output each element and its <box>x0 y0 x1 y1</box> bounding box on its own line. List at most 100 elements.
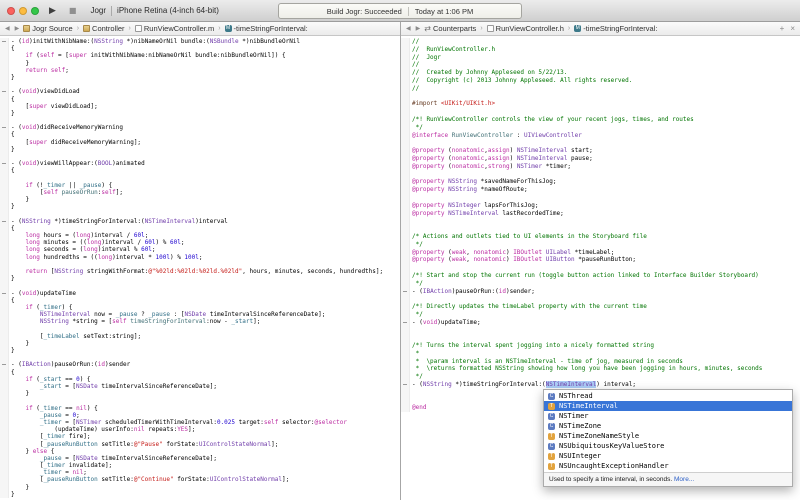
code-line[interactable] <box>0 282 400 289</box>
code-line[interactable]: - (void)viewDidLoad <box>0 88 400 95</box>
back-button[interactable]: ◀ <box>405 25 412 32</box>
code-line[interactable]: // Jogr <box>401 54 800 62</box>
code-line[interactable]: - (IBAction)pauseOrRun:(id)sender <box>0 361 400 368</box>
code-line[interactable] <box>401 295 800 303</box>
code-line[interactable] <box>401 217 800 225</box>
code-line[interactable]: [super didReceiveMemoryWarning]; <box>0 139 400 146</box>
code-line[interactable] <box>0 261 400 268</box>
code-line[interactable] <box>0 326 400 333</box>
code-line[interactable]: long hundredths = ((long)interval * 100l… <box>0 254 400 261</box>
left-code[interactable]: - (id)initWithNibName:(NSString *)nibNam… <box>0 36 400 500</box>
code-line[interactable]: } else { <box>0 448 400 455</box>
code-line[interactable]: } <box>0 484 400 491</box>
code-line[interactable]: @interface RunViewController : UIViewCon… <box>401 132 800 140</box>
code-line[interactable]: } <box>0 491 400 498</box>
code-line[interactable]: - (IBAction)pauseOrRun:(id)sender; <box>401 288 800 296</box>
jump-bar-item[interactable]: ⇄Counterparts <box>424 24 476 33</box>
code-line[interactable]: } <box>0 60 400 67</box>
code-line[interactable]: @property NSString *savedNameForThisJog; <box>401 178 800 186</box>
code-line[interactable]: if (!_timer || _pause) { <box>0 182 400 189</box>
code-line[interactable]: /*! Turns the interval spent jogging int… <box>401 342 800 350</box>
code-line[interactable]: return [NSString stringWithFormat:@"%02l… <box>0 268 400 275</box>
add-assistant-button[interactable]: + <box>779 24 786 33</box>
code-line[interactable] <box>0 175 400 182</box>
code-line[interactable]: { <box>0 45 400 52</box>
completion-item[interactable]: TNSTimeZoneNameStyle <box>544 431 792 441</box>
code-line[interactable] <box>401 194 800 202</box>
code-line[interactable]: - (void)updateTime; <box>401 319 800 327</box>
code-line[interactable]: */ <box>401 373 800 381</box>
code-line[interactable]: // <box>401 38 800 46</box>
code-line[interactable]: [_timeLabel setText:string]; <box>0 333 400 340</box>
code-line[interactable] <box>0 117 400 124</box>
jump-bar-item[interactable]: RunViewController.h <box>487 24 564 33</box>
code-line[interactable]: long minutes = ((long)interval / 60l) % … <box>0 239 400 246</box>
code-line[interactable]: [_pauseRunButton setTitle:@"Pause" forSt… <box>0 441 400 448</box>
code-line[interactable]: #import <UIKit/UIKit.h> <box>401 100 800 108</box>
code-line[interactable]: @property (weak, nonatomic) IBOutlet UIL… <box>401 249 800 257</box>
back-button[interactable]: ◀ <box>4 25 11 32</box>
forward-button[interactable]: ▶ <box>14 25 21 32</box>
code-line[interactable]: */ <box>401 311 800 319</box>
code-line[interactable]: [_timer fire]; <box>0 433 400 440</box>
code-line[interactable]: long seconds = (long)interval % 60l; <box>0 246 400 253</box>
code-line[interactable]: } <box>0 196 400 203</box>
code-line[interactable]: */ <box>401 241 800 249</box>
code-line[interactable]: (updateTime) userInfo:nil repeats:YES]; <box>0 426 400 433</box>
jump-bar-item[interactable]: RunViewController.m <box>135 24 214 33</box>
code-line[interactable]: if (_start == 0) { <box>0 376 400 383</box>
code-line[interactable] <box>401 108 800 116</box>
code-line[interactable]: * \returns formatted NSString showing ho… <box>401 365 800 373</box>
completion-item[interactable]: CNSUbiquitousKeyValueStore <box>544 441 792 451</box>
code-line[interactable]: */ <box>401 124 800 132</box>
code-line[interactable]: // Copyright (c) 2013 Johnny Appleseed. … <box>401 77 800 85</box>
code-line[interactable]: } <box>0 347 400 354</box>
jump-bar-item[interactable]: Controller <box>83 24 125 33</box>
code-line[interactable]: _start = [NSDate timeIntervalSinceRefere… <box>0 383 400 390</box>
code-line[interactable]: /*! RunViewController controls the view … <box>401 116 800 124</box>
code-line[interactable]: @property NSString *nameOfRoute; <box>401 186 800 194</box>
code-line[interactable]: @property (nonatomic,strong) NSTimer *ti… <box>401 163 800 171</box>
code-line[interactable]: return self; <box>0 67 400 74</box>
jump-bar-item[interactable]: Jogr Source <box>23 24 72 33</box>
code-line[interactable] <box>401 93 800 101</box>
code-line[interactable]: { <box>0 225 400 232</box>
code-line[interactable]: // <box>401 85 800 93</box>
code-line[interactable]: NSTimeInterval now = _pause ? _pause : [… <box>0 311 400 318</box>
forward-button[interactable]: ▶ <box>415 25 422 32</box>
code-line[interactable]: } <box>0 275 400 282</box>
jump-bar-item[interactable]: M-timeStringForInterval: <box>574 24 657 33</box>
code-line[interactable]: - (id)initWithNibName:(NSString *)nibNam… <box>0 38 400 45</box>
code-line[interactable]: @property NSTimeInterval lastRecordedTim… <box>401 210 800 218</box>
code-line[interactable]: // <box>401 61 800 69</box>
code-line[interactable]: { <box>0 297 400 304</box>
completion-item[interactable]: CNSThread <box>544 391 792 401</box>
code-line[interactable]: _timer = [NSTimer scheduledTimerWithTime… <box>0 419 400 426</box>
code-line[interactable] <box>401 171 800 179</box>
minimize-window-button[interactable] <box>19 7 27 15</box>
code-line[interactable]: _timer = nil; <box>0 469 400 476</box>
completion-item[interactable]: TNSUncaughtExceptionHandler <box>544 461 792 471</box>
code-line[interactable]: [_timer invalidate]; <box>0 462 400 469</box>
code-line[interactable] <box>401 334 800 342</box>
code-line[interactable]: // RunViewController.h <box>401 46 800 54</box>
code-line[interactable]: - (void)viewWillAppear:(BOOL)animated <box>0 160 400 167</box>
code-line[interactable]: } <box>0 390 400 397</box>
close-window-button[interactable] <box>7 7 15 15</box>
jump-bar-item[interactable]: M-timeStringForInterval: <box>225 24 308 33</box>
completion-item[interactable]: CNSTimer <box>544 411 792 421</box>
code-line[interactable]: } <box>0 110 400 117</box>
code-line[interactable]: [self pauseOrRun:self]; <box>0 189 400 196</box>
code-line[interactable]: if (_timer == nil) { <box>0 405 400 412</box>
code-line[interactable] <box>401 139 800 147</box>
completion-item[interactable]: TNSUInteger <box>544 451 792 461</box>
code-line[interactable]: @property (nonatomic,assign) NSTimeInter… <box>401 155 800 163</box>
more-link[interactable]: More... <box>674 476 694 483</box>
code-line[interactable] <box>0 81 400 88</box>
completion-item[interactable]: CNSTimeZone <box>544 421 792 431</box>
code-line[interactable]: * \param interval is an NSTimeInterval -… <box>401 358 800 366</box>
code-line[interactable]: [_pauseRunButton setTitle:@"Continue" fo… <box>0 476 400 483</box>
code-line[interactable] <box>0 397 400 404</box>
code-line[interactable]: } <box>0 203 400 210</box>
code-line[interactable] <box>401 264 800 272</box>
